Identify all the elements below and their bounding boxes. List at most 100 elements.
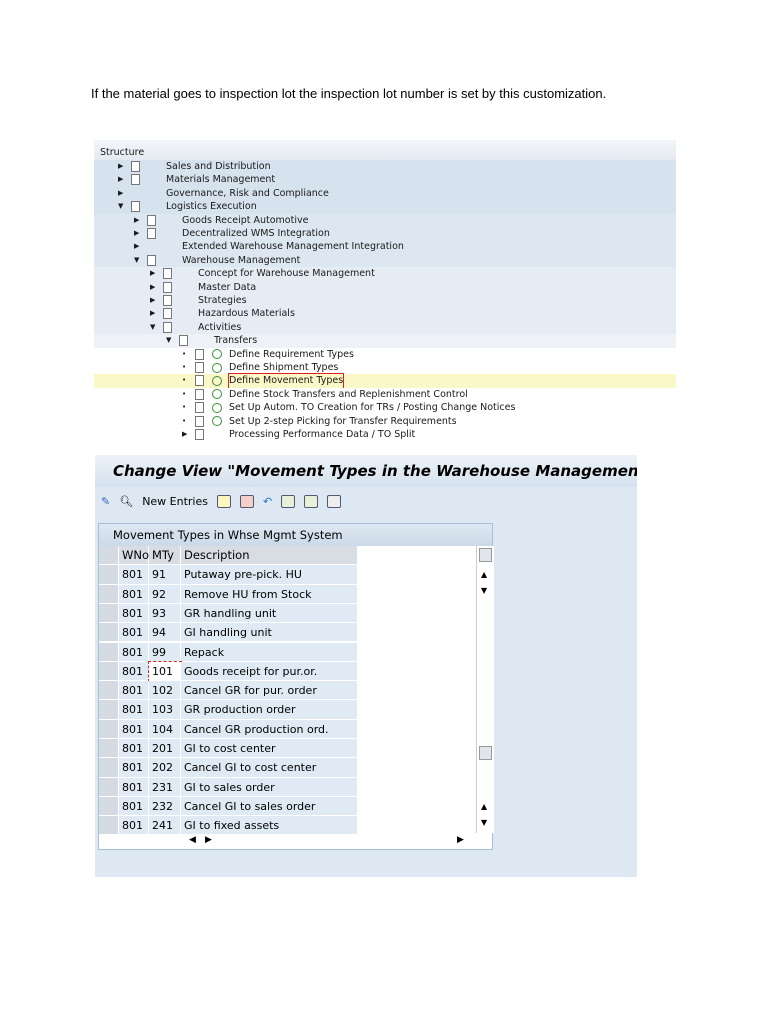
tree-node-label[interactable]: Concept for Warehouse Management [198,267,375,280]
row-selector[interactable] [99,700,119,720]
row-selector[interactable] [99,758,119,778]
document-icon[interactable] [147,254,156,266]
description-cell[interactable]: Cancel GI to cost center [181,758,358,778]
row-selector[interactable] [99,681,119,701]
description-cell[interactable]: GI to sales order [181,777,358,797]
tree-node[interactable]: ▶ Decentralized WMS Integration [94,227,676,241]
row-selector[interactable] [99,642,119,662]
wno-cell[interactable]: 801 [119,565,149,585]
mty-cell[interactable]: 104 [149,719,181,739]
expand-arrow-icon[interactable]: ▶ [182,428,187,441]
wno-cell[interactable]: 801 [119,700,149,720]
wno-cell[interactable]: 801 [119,719,149,739]
scroll-thumb[interactable] [479,746,492,760]
document-icon[interactable] [195,362,204,373]
expand-arrow-icon[interactable]: ▶ [134,240,139,253]
tree-node[interactable]: ▶ Sales and Distribution [94,160,676,174]
tree-node[interactable]: • Define Stock Transfers and Replenishmen… [94,387,676,402]
tree-node-label[interactable]: Hazardous Materials [198,307,295,320]
document-icon[interactable] [195,348,204,360]
tree-node[interactable]: • Set Up 2-step Picking for Transfer Requ… [94,414,676,428]
tree-node-label[interactable]: Sales and Distribution [166,160,271,173]
description-cell[interactable]: Remove HU from Stock [181,584,358,604]
row-selector[interactable] [99,777,119,797]
execute-clock-icon[interactable] [212,402,222,413]
tree-node-label[interactable]: Set Up Autom. TO Creation for TRs / Post… [229,401,515,414]
description-cell[interactable]: Putaway pre-pick. HU [181,565,358,585]
document-icon[interactable] [195,429,204,440]
select-all-cell[interactable] [99,546,119,566]
tree-node-label[interactable]: Goods Receipt Automotive [182,214,308,227]
expand-arrow-icon[interactable]: ▶ [150,294,155,307]
tree-node-label[interactable]: Define Movement Types [227,373,345,389]
document-icon[interactable] [195,415,204,427]
column-header[interactable]: Description [181,546,358,566]
column-settings-button[interactable] [479,548,492,562]
document-icon[interactable] [179,335,188,347]
tree-node-label[interactable]: Warehouse Management [182,254,300,267]
wno-cell[interactable]: 801 [119,681,149,701]
mty-cell[interactable]: 103 [149,700,181,720]
tree-node[interactable]: • Define Movement Types [94,373,676,389]
document-icon[interactable] [131,174,140,186]
wno-cell[interactable]: 801 [119,584,149,604]
bullet-icon[interactable]: • [182,348,186,361]
mty-cell[interactable]: 231 [149,777,181,797]
document-icon[interactable] [195,375,204,387]
tree-node[interactable]: ▶ Strategies [94,294,676,308]
wno-cell[interactable]: 801 [119,603,149,624]
tree-node-label[interactable]: Processing Performance Data / TO Split [229,428,415,441]
document-icon[interactable] [163,308,172,320]
bullet-icon[interactable]: • [182,374,186,387]
column-header[interactable]: MTy [149,546,181,566]
scroll-page-down-icon[interactable]: ▼ [481,818,487,827]
tree-node-label[interactable]: Activities [198,321,241,334]
tree-node-label[interactable]: Set Up 2-step Picking for Transfer Requi… [229,415,457,428]
tree-node[interactable]: ▶ Master Data [94,280,676,294]
expand-arrow-icon[interactable]: ▶ [134,227,139,240]
row-selector[interactable] [99,603,119,624]
tree-node-label[interactable]: Define Shipment Types [229,361,338,374]
execute-clock-icon[interactable] [212,362,222,373]
undo-icon[interactable]: ↶ [263,495,272,508]
horizontal-scrollbar[interactable]: ◀ ▶ ▶ [99,833,476,849]
new-entries-button[interactable]: New Entries [142,495,208,508]
tree-node[interactable]: ▶ Goods Receipt Automotive [94,213,676,227]
description-cell[interactable]: Cancel GR for pur. order [181,681,358,701]
description-cell[interactable]: GR production order [181,700,358,720]
expand-arrow-icon[interactable]: ▼ [166,334,171,347]
description-cell[interactable]: GR handling unit [181,603,358,624]
document-icon[interactable] [147,228,156,239]
tree-node-label[interactable]: Define Stock Transfers and Replenishment… [229,388,468,401]
mty-cell[interactable]: 92 [149,584,181,604]
execute-clock-icon[interactable] [212,349,222,360]
mty-cell[interactable]: 99 [149,642,181,662]
expand-arrow-icon[interactable]: ▶ [118,173,123,186]
expand-arrow-icon[interactable]: ▶ [118,160,123,173]
tree-node-label[interactable]: Master Data [198,281,256,294]
tree-node[interactable]: • Define Shipment Types [94,361,676,375]
document-icon[interactable] [163,268,172,280]
tree-node[interactable]: ▶ Materials Management [94,173,676,187]
tree-node[interactable]: ▼ Activities [94,320,676,335]
scroll-down-icon[interactable]: ▼ [481,586,487,595]
tree-node-label[interactable]: Decentralized WMS Integration [182,227,330,240]
wno-cell[interactable]: 801 [119,777,149,797]
tree-node[interactable]: ▶ Hazardous Materials [94,307,676,321]
row-selector[interactable] [99,739,119,759]
row-selector[interactable] [99,584,119,604]
mty-cell[interactable]: 91 [149,565,181,585]
deselect-all-icon[interactable] [327,494,342,508]
column-header[interactable]: WNo [119,546,149,566]
tree-node-label[interactable]: Define Requirement Types [229,348,354,361]
scroll-left-icon[interactable]: ◀ [189,835,196,845]
tree-node[interactable]: ▶ Processing Performance Data / TO Split [94,428,676,442]
document-icon[interactable] [131,161,140,172]
tree-node[interactable]: ▶ Concept for Warehouse Management [94,267,676,281]
tree-node-label[interactable]: Strategies [198,294,247,307]
expand-arrow-icon[interactable]: ▼ [150,321,155,334]
description-cell[interactable]: GI handling unit [181,623,358,643]
wno-cell[interactable]: 801 [119,758,149,778]
bullet-icon[interactable]: • [182,388,186,401]
tree-node[interactable]: ▶ Extended Warehouse Management Integrati… [94,240,676,254]
